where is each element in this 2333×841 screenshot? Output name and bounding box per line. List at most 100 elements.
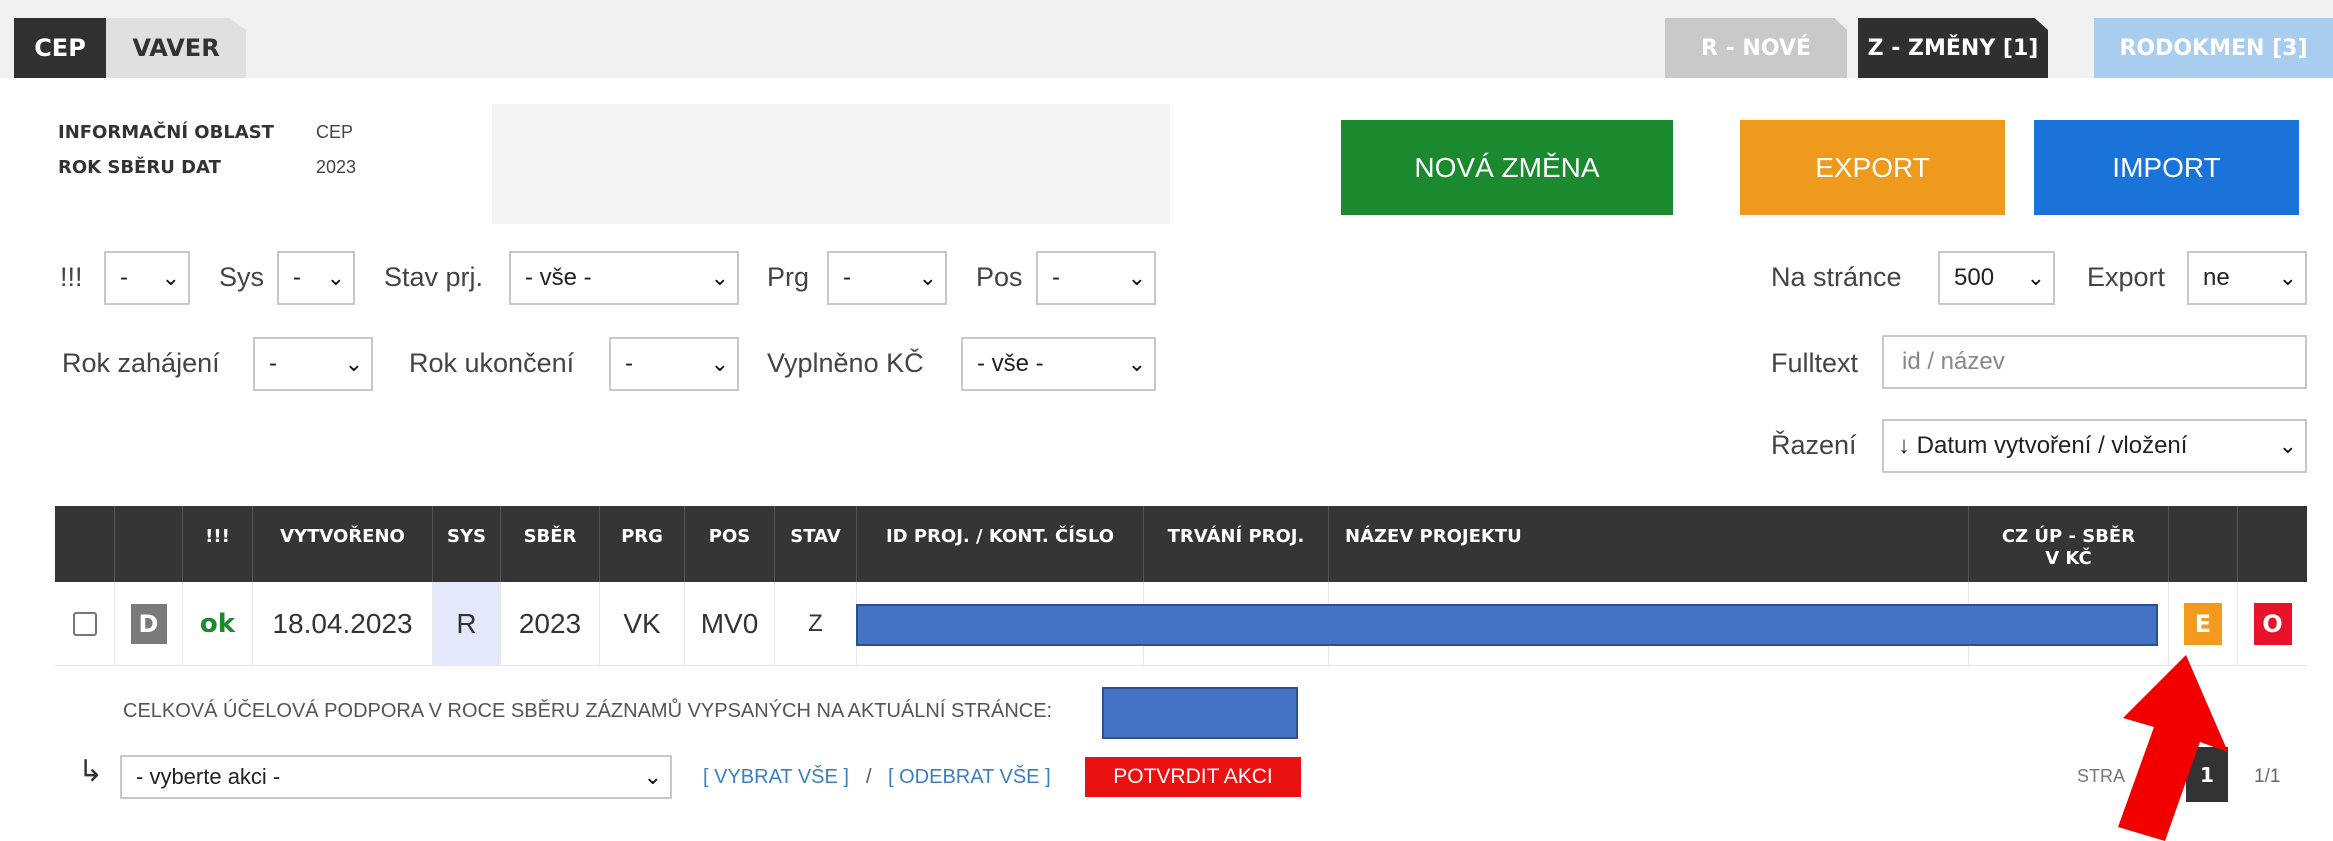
filter-vyplneno-label: Vyplněno KČ bbox=[767, 348, 924, 378]
chevron-down-icon: ⌄ bbox=[2278, 433, 2297, 459]
filter-sys-select[interactable]: - ⌄ bbox=[277, 251, 355, 305]
chevron-down-icon: ⌄ bbox=[161, 265, 180, 291]
filter-prg-label: Prg bbox=[767, 262, 810, 292]
row-sys: R bbox=[433, 582, 501, 666]
select-all-link[interactable]: [ VYBRAT VŠE ] bbox=[703, 766, 849, 789]
th-pos[interactable]: POS bbox=[685, 506, 775, 582]
row-o-cell: O bbox=[2238, 582, 2307, 666]
chevron-down-icon: ⌄ bbox=[2026, 265, 2045, 291]
row-prg: VK bbox=[600, 582, 685, 666]
filter-excl-select[interactable]: - ⌄ bbox=[104, 251, 190, 305]
filter-sys-value: - bbox=[293, 264, 301, 291]
filter-vyplneno-value: - vše - bbox=[977, 350, 1044, 377]
chevron-down-icon: ⌄ bbox=[1127, 265, 1146, 291]
red-arrow-annotation bbox=[2118, 655, 2228, 841]
info-rok-value: 2023 bbox=[316, 157, 357, 177]
page-count: 1/1 bbox=[2254, 766, 2281, 787]
filter-rok-ukonceni-value: - bbox=[625, 350, 633, 377]
row-excl: ok bbox=[183, 582, 253, 666]
total-support-label: CELKOVÁ ÚČELOVÁ PODPORA V ROCE SBĚRU ZÁZ… bbox=[123, 700, 1053, 722]
th-sber[interactable]: SBĚR bbox=[501, 506, 600, 582]
filter-pos-select[interactable]: - ⌄ bbox=[1036, 251, 1156, 305]
filter-prg-value: - bbox=[843, 264, 851, 291]
row-sber: 2023 bbox=[501, 582, 600, 666]
th-nazev[interactable]: NÁZEV PROJEKTU bbox=[1329, 506, 1969, 582]
chevron-down-icon: ⌄ bbox=[344, 351, 363, 377]
info-oblast-value: CEP bbox=[316, 122, 354, 142]
filter-excl-value: - bbox=[120, 264, 128, 291]
filter-na-strance-value: 500 bbox=[1954, 264, 1995, 291]
info-panel-placeholder bbox=[492, 104, 1170, 224]
filter-stav-value: - vše - bbox=[525, 264, 592, 291]
razeni-label: Řazení bbox=[1771, 430, 1857, 460]
th-trvani[interactable]: TRVÁNÍ PROJ. bbox=[1144, 506, 1329, 582]
tab-vaver[interactable]: VAVER bbox=[106, 18, 246, 78]
th-id-proj[interactable]: ID PROJ. / KONT. ČÍSLO bbox=[857, 506, 1144, 582]
detail-badge[interactable]: D bbox=[130, 604, 167, 644]
fulltext-label: Fulltext bbox=[1771, 348, 1859, 378]
chevron-down-icon: ⌄ bbox=[710, 265, 729, 291]
row-checkbox[interactable] bbox=[72, 612, 97, 636]
th-sys[interactable]: SYS bbox=[433, 506, 501, 582]
razeni-value: ↓ Datum vytvoření / vložení bbox=[1898, 432, 2188, 459]
th-prg[interactable]: PRG bbox=[600, 506, 685, 582]
tab-r-nove[interactable]: R - NOVÉ bbox=[1665, 18, 1847, 78]
red-arrow-shape bbox=[2118, 655, 2228, 841]
filter-rok-zahajeni-value: - bbox=[269, 350, 277, 377]
th-d bbox=[115, 506, 183, 582]
filter-excl-label: !!! bbox=[60, 262, 83, 292]
row-d-cell: D bbox=[115, 582, 183, 666]
info-rok-label: ROK SBĚRU DAT bbox=[58, 157, 221, 178]
row-vytvoreno: 18.04.2023 bbox=[253, 582, 433, 666]
chevron-down-icon: ⌄ bbox=[326, 265, 345, 291]
filter-export-select[interactable]: ne ⌄ bbox=[2187, 251, 2307, 305]
th-excl[interactable]: !!! bbox=[183, 506, 253, 582]
total-support-redaction bbox=[1102, 687, 1298, 739]
th-o bbox=[2238, 506, 2307, 582]
chevron-down-icon: ⌄ bbox=[1127, 351, 1146, 377]
chevron-down-icon: ⌄ bbox=[2278, 265, 2297, 291]
new-change-button[interactable]: NOVÁ ZMĚNA bbox=[1341, 120, 1673, 215]
row-e-cell: E bbox=[2169, 582, 2238, 666]
filter-stav-select[interactable]: - vše - ⌄ bbox=[509, 251, 739, 305]
remove-badge[interactable]: O bbox=[2253, 603, 2292, 645]
edit-badge[interactable]: E bbox=[2184, 603, 2222, 645]
tab-rodokmen[interactable]: RODOKMEN [3] bbox=[2094, 18, 2333, 78]
filter-vyplneno-select[interactable]: - vše - ⌄ bbox=[961, 337, 1156, 391]
deselect-all-link[interactable]: [ ODEBRAT VŠE ] bbox=[888, 766, 1051, 789]
th-vytvoreno[interactable]: VYTVOŘENO bbox=[253, 506, 433, 582]
row-stav: Z bbox=[775, 582, 857, 666]
filter-rok-ukonceni-select[interactable]: - ⌄ bbox=[609, 337, 739, 391]
filter-pos-label: Pos bbox=[976, 262, 1023, 292]
filter-rok-zahajeni-select[interactable]: - ⌄ bbox=[253, 337, 373, 391]
th-stav[interactable]: STAV bbox=[775, 506, 857, 582]
filter-export-label: Export bbox=[2087, 262, 2166, 292]
razeni-select[interactable]: ↓ Datum vytvoření / vložení ⌄ bbox=[1882, 419, 2307, 473]
bulk-action-value: - vyberte akci - bbox=[136, 764, 281, 789]
filter-rok-ukonceni-label: Rok ukončení bbox=[409, 348, 575, 378]
filter-export-value: ne bbox=[2203, 264, 2230, 291]
filter-na-strance-select[interactable]: 500 ⌄ bbox=[1938, 251, 2055, 305]
chevron-down-icon: ⌄ bbox=[710, 351, 729, 377]
filter-prg-select[interactable]: - ⌄ bbox=[827, 251, 947, 305]
chevron-down-icon: ⌄ bbox=[918, 265, 937, 291]
th-e bbox=[2169, 506, 2238, 582]
fulltext-input[interactable]: id / název bbox=[1882, 335, 2307, 389]
th-cz-up[interactable]: CZ ÚP - SBĚR V KČ bbox=[1969, 506, 2169, 582]
row-pos: MV0 bbox=[685, 582, 775, 666]
export-button[interactable]: EXPORT bbox=[1740, 120, 2005, 215]
filter-na-strance-label: Na stránce bbox=[1771, 262, 1902, 292]
import-button[interactable]: IMPORT bbox=[2034, 120, 2299, 215]
confirm-action-button[interactable]: POTVRDIT AKCI bbox=[1085, 757, 1301, 797]
return-arrow-icon: ↳ bbox=[78, 754, 104, 789]
filter-stav-label: Stav prj. bbox=[384, 262, 484, 292]
info-oblast-label: INFORMAČNÍ OBLAST bbox=[58, 122, 274, 143]
redaction-bar bbox=[856, 604, 2158, 646]
filter-rok-zahajeni-label: Rok zahájení bbox=[62, 348, 220, 378]
th-checkbox bbox=[55, 506, 115, 582]
filter-pos-value: - bbox=[1052, 264, 1060, 291]
filter-sys-label: Sys bbox=[219, 262, 265, 292]
bulk-action-select[interactable]: - vyberte akci - ⌄ bbox=[120, 755, 672, 799]
tab-cep[interactable]: CEP bbox=[14, 18, 106, 78]
tab-z-zmeny[interactable]: Z - ZMĚNY [1] bbox=[1858, 18, 2048, 78]
